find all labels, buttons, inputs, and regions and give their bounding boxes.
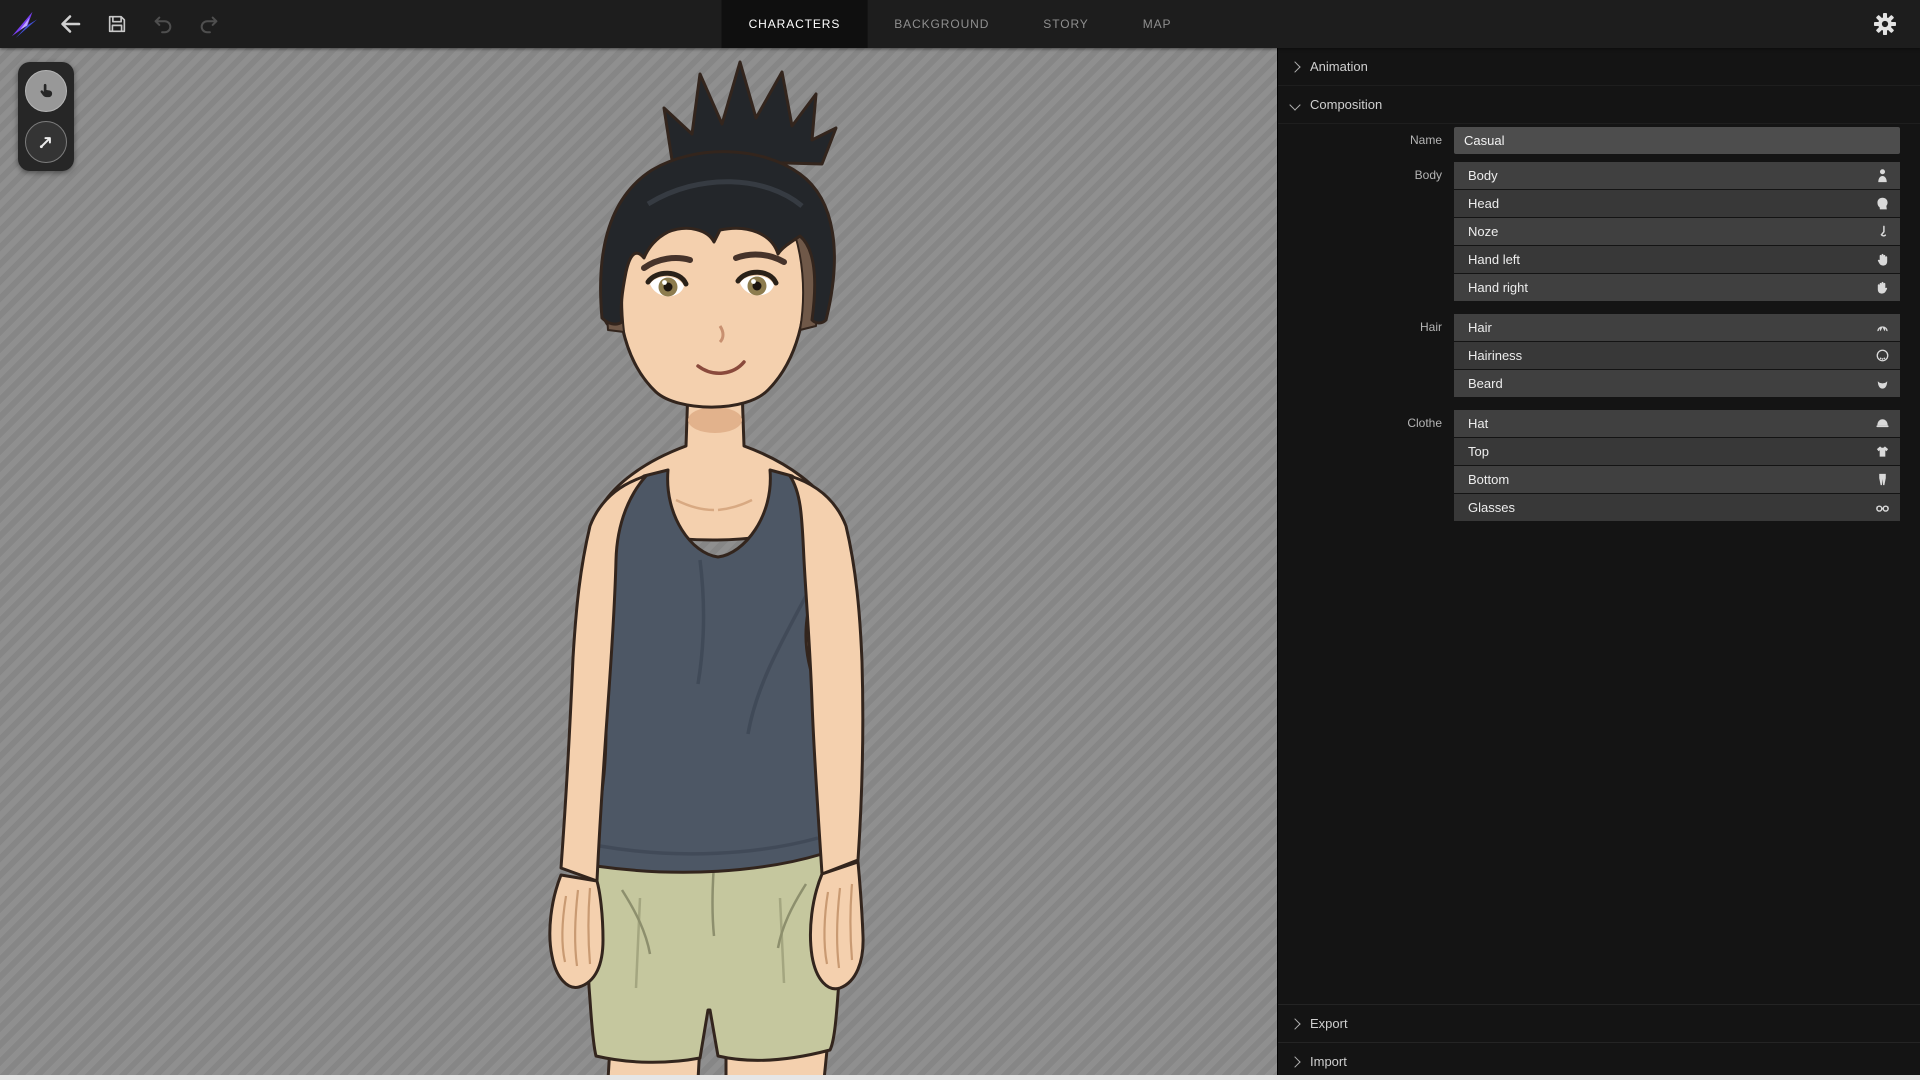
row-label: Head <box>1468 196 1875 211</box>
pants-icon <box>1875 472 1890 487</box>
person-icon <box>1875 168 1890 183</box>
row-hand-right[interactable]: Hand right <box>1454 274 1900 301</box>
row-label: Hand left <box>1468 252 1875 267</box>
row-hair[interactable]: Hair <box>1454 314 1900 341</box>
row-label: Body <box>1468 168 1875 183</box>
hair-icon <box>1875 320 1890 335</box>
composition-content: Name Body Body Head Noze <box>1278 124 1920 534</box>
chevron-right-icon <box>1289 1056 1300 1067</box>
redo-icon[interactable] <box>186 0 232 48</box>
tab-map[interactable]: MAP <box>1116 0 1199 48</box>
app-logo-icon[interactable] <box>0 0 48 48</box>
row-label: Hairiness <box>1468 348 1875 363</box>
chevron-right-icon <box>1289 1018 1300 1029</box>
hat-icon <box>1875 416 1890 431</box>
back-arrow-icon[interactable] <box>48 0 94 48</box>
chevron-down-icon <box>1289 99 1300 110</box>
group-label-hair: Hair <box>1278 314 1454 398</box>
row-beard[interactable]: Beard <box>1454 370 1900 397</box>
nose-icon <box>1875 224 1890 239</box>
row-label: Beard <box>1468 376 1875 391</box>
tab-background[interactable]: BACKGROUND <box>867 0 1016 48</box>
row-hairiness[interactable]: Hairiness <box>1454 342 1900 369</box>
chevron-right-icon <box>1289 61 1300 72</box>
row-body[interactable]: Body <box>1454 162 1900 189</box>
glasses-icon <box>1875 500 1890 515</box>
gear-icon[interactable] <box>1862 0 1908 48</box>
row-hand-left[interactable]: Hand left <box>1454 246 1900 273</box>
right-panel: Animation Composition Name Body Body Hea… <box>1277 48 1920 1080</box>
stubble-icon <box>1875 348 1890 363</box>
save-icon[interactable] <box>94 0 140 48</box>
row-label: Hat <box>1468 416 1875 431</box>
main-tabs: CHARACTERS BACKGROUND STORY MAP <box>722 0 1199 48</box>
group-label-clothe: Clothe <box>1278 410 1454 522</box>
row-hat[interactable]: Hat <box>1454 410 1900 437</box>
hand-icon[interactable] <box>25 70 67 112</box>
row-label: Bottom <box>1468 472 1875 487</box>
section-export[interactable]: Export <box>1278 1004 1920 1042</box>
section-label: Import <box>1310 1054 1347 1069</box>
tab-characters[interactable]: CHARACTERS <box>722 0 868 48</box>
row-glasses[interactable]: Glasses <box>1454 494 1900 521</box>
hand-left-icon <box>1875 252 1890 267</box>
shirt-icon <box>1875 444 1890 459</box>
tab-story[interactable]: STORY <box>1016 0 1115 48</box>
row-label: Top <box>1468 444 1875 459</box>
row-label: Noze <box>1468 224 1875 239</box>
undo-icon[interactable] <box>140 0 186 48</box>
name-label: Name <box>1278 127 1454 154</box>
arrow-tool-icon[interactable] <box>25 121 67 163</box>
hand-right-icon <box>1875 280 1890 295</box>
head-icon <box>1875 196 1890 211</box>
row-label: Hair <box>1468 320 1875 335</box>
row-head[interactable]: Head <box>1454 190 1900 217</box>
character-illustration <box>0 48 1277 1080</box>
section-label: Composition <box>1310 97 1382 112</box>
horizontal-scrollbar[interactable] <box>0 1075 1920 1080</box>
row-bottom[interactable]: Bottom <box>1454 466 1900 493</box>
canvas[interactable] <box>0 48 1277 1080</box>
panel-spacer <box>1278 534 1920 1004</box>
section-animation[interactable]: Animation <box>1278 48 1920 86</box>
row-label: Hand right <box>1468 280 1875 295</box>
row-top[interactable]: Top <box>1454 438 1900 465</box>
section-composition[interactable]: Composition <box>1278 86 1920 124</box>
topbar: CHARACTERS BACKGROUND STORY MAP <box>0 0 1920 48</box>
group-label-body: Body <box>1278 162 1454 302</box>
section-label: Export <box>1310 1016 1348 1031</box>
canvas-toolbar <box>18 62 74 171</box>
row-noze[interactable]: Noze <box>1454 218 1900 245</box>
beard-icon <box>1875 376 1890 391</box>
composition-name-input[interactable] <box>1454 127 1900 154</box>
section-label: Animation <box>1310 59 1368 74</box>
row-label: Glasses <box>1468 500 1875 515</box>
